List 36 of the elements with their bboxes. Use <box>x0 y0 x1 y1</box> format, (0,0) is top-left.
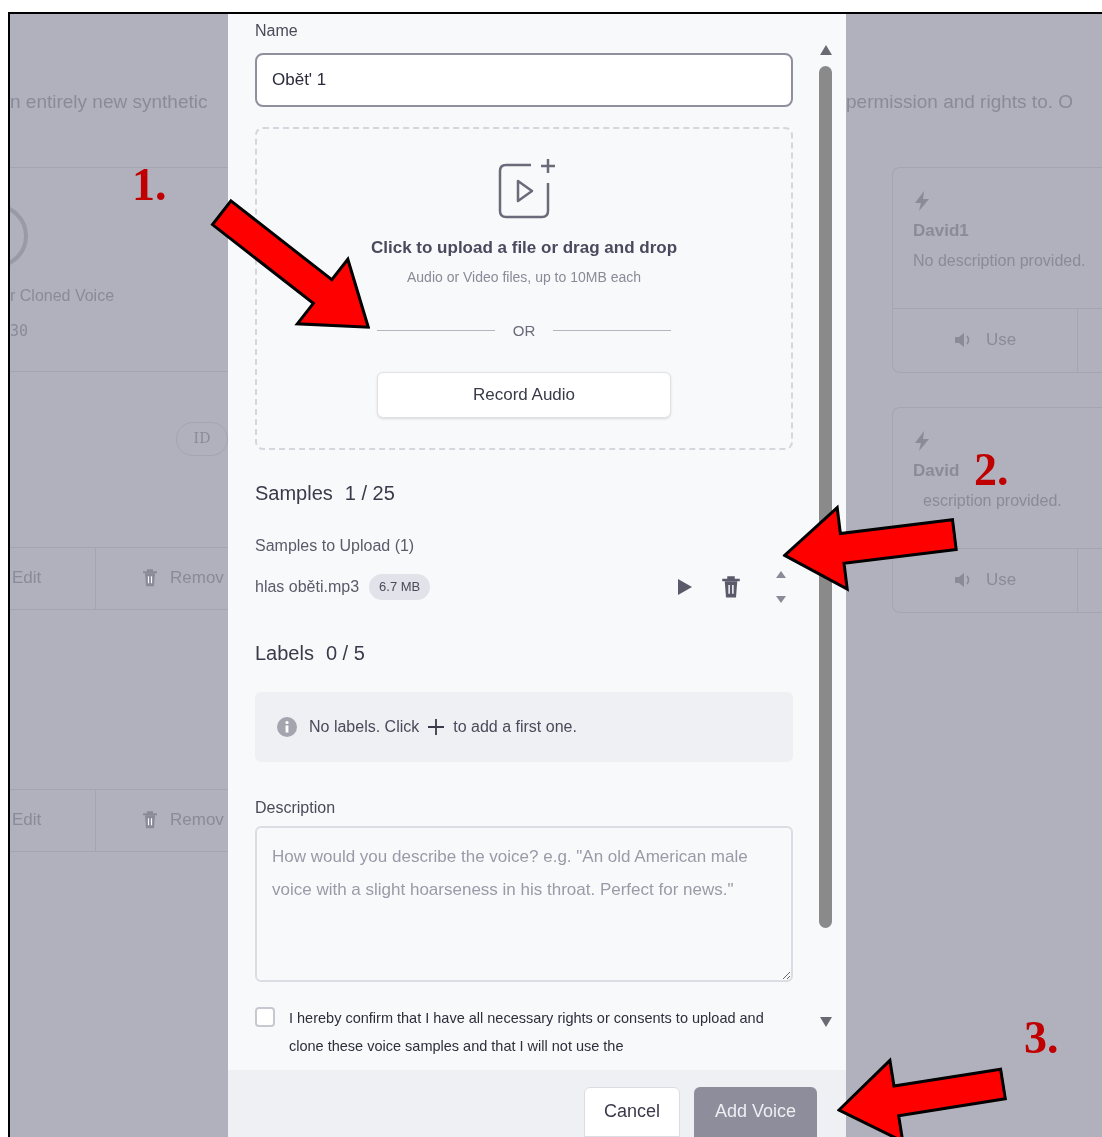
step-number: 3. <box>1024 1011 1059 1065</box>
name-input[interactable]: Obět' 1 <box>255 53 793 107</box>
upload-title: Click to upload a file or drag and drop <box>371 237 677 259</box>
file-name: hlas oběti.mp3 <box>255 577 360 597</box>
record-audio-button[interactable]: Record Audio <box>377 372 671 418</box>
trash-icon <box>142 568 158 588</box>
labels-empty-text: No labels. Click <box>309 717 420 737</box>
or-divider: OR <box>512 320 536 341</box>
consent-checkbox[interactable] <box>255 1007 275 1027</box>
trash-icon <box>721 575 741 599</box>
speaker-icon <box>953 572 972 588</box>
scroll-down-icon[interactable] <box>818 1016 833 1028</box>
scroll-up-icon[interactable] <box>818 44 833 56</box>
speaker-icon <box>953 332 972 348</box>
reorder-arrows-icon[interactable] <box>775 570 787 604</box>
file-size-badge: 6.7 MB <box>369 574 431 600</box>
play-icon[interactable] <box>677 578 693 596</box>
description-label: Description <box>255 798 337 818</box>
info-icon <box>277 717 297 737</box>
samples-count: 1 / 25 <box>344 481 395 506</box>
cancel-button[interactable]: Cancel <box>584 1087 680 1137</box>
name-label: Name <box>255 21 299 41</box>
samples-heading: Samples <box>255 481 333 506</box>
plus-icon[interactable] <box>427 718 446 736</box>
labels-empty-text: to add a first one. <box>453 717 577 737</box>
consent-text: I hereby confirm that I have all necessary rights or consents to upload and clone these voice samples and that I will not use the <box>289 1009 765 1056</box>
scrollbar-thumb[interactable] <box>819 66 832 928</box>
description-field[interactable]: How would you describe the voice? e.g. "An old American male voice with a slight hoarseness in his throat. Perfect for news." <box>255 826 793 982</box>
step-number: 1. <box>132 158 167 212</box>
lightning-icon <box>913 189 931 212</box>
labels-heading: Labels <box>255 641 314 666</box>
samples-to-upload-label: Samples to Upload (1) <box>255 536 416 556</box>
labels-count: 0 / 5 <box>325 641 365 666</box>
trash-icon <box>142 810 158 830</box>
upload-hint: Audio or Video files, up to 10MB each <box>407 267 641 287</box>
lightning-icon <box>913 429 931 452</box>
